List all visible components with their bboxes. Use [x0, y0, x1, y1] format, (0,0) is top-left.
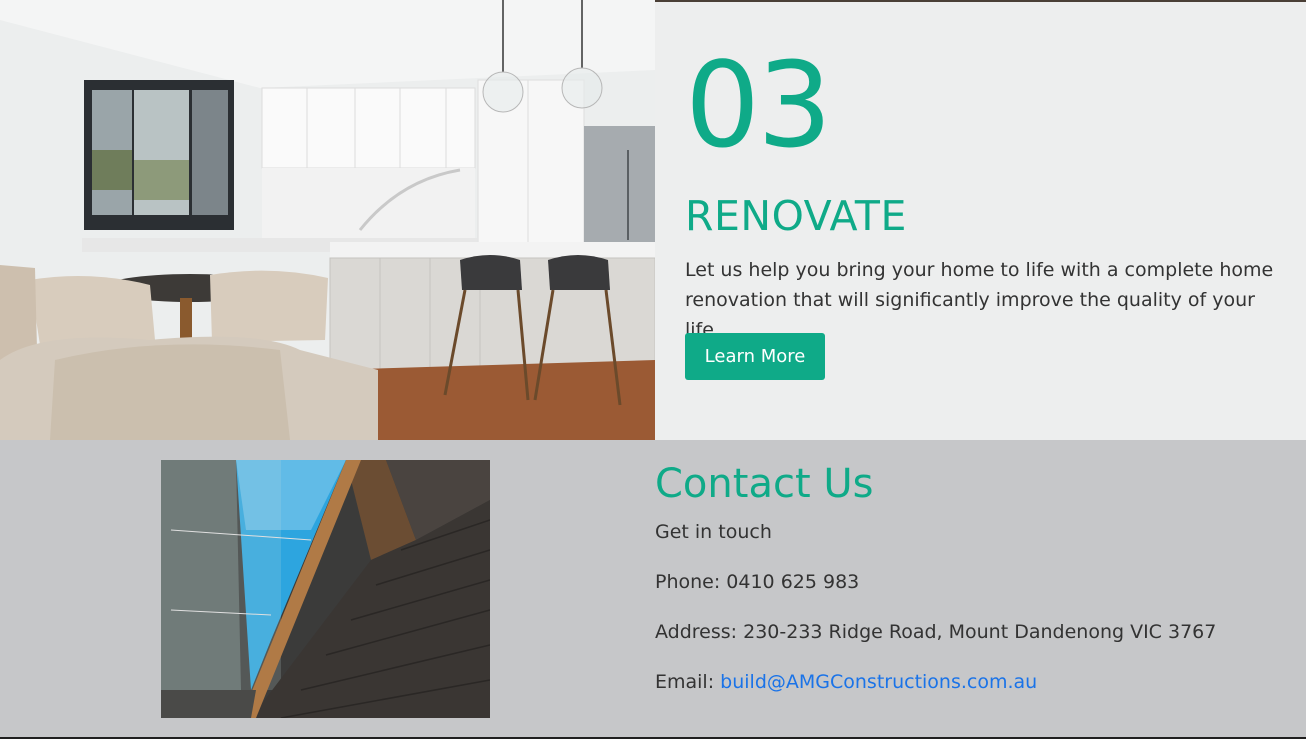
contact-email-line: Email: build@AMGConstructions.com.au	[655, 673, 1037, 692]
contact-section: Contact Us Get in touch Phone: 0410 625 …	[0, 440, 1306, 739]
contact-tagline: Get in touch	[655, 521, 772, 543]
step-description: Let us help you bring your home to life …	[685, 259, 1274, 341]
renovate-section: 03 RENOVATE Let us help you bring your h…	[0, 0, 1306, 440]
contact-address: Address: 230-233 Ridge Road, Mount Dande…	[655, 621, 1217, 643]
kitchen-photo	[0, 0, 655, 440]
email-link[interactable]: build@AMGConstructions.com.au	[720, 671, 1037, 693]
step-title: RENOVATE	[685, 192, 907, 240]
renovate-panel: 03 RENOVATE Let us help you bring your h…	[655, 2, 1306, 440]
contact-phone: Phone: 0410 625 983	[655, 571, 860, 593]
learn-more-button[interactable]: Learn More	[685, 333, 825, 380]
email-label: Email:	[655, 671, 721, 693]
deck-pool-photo	[161, 460, 490, 718]
contact-title: Contact Us	[655, 461, 874, 507]
step-number: 03	[685, 36, 832, 174]
